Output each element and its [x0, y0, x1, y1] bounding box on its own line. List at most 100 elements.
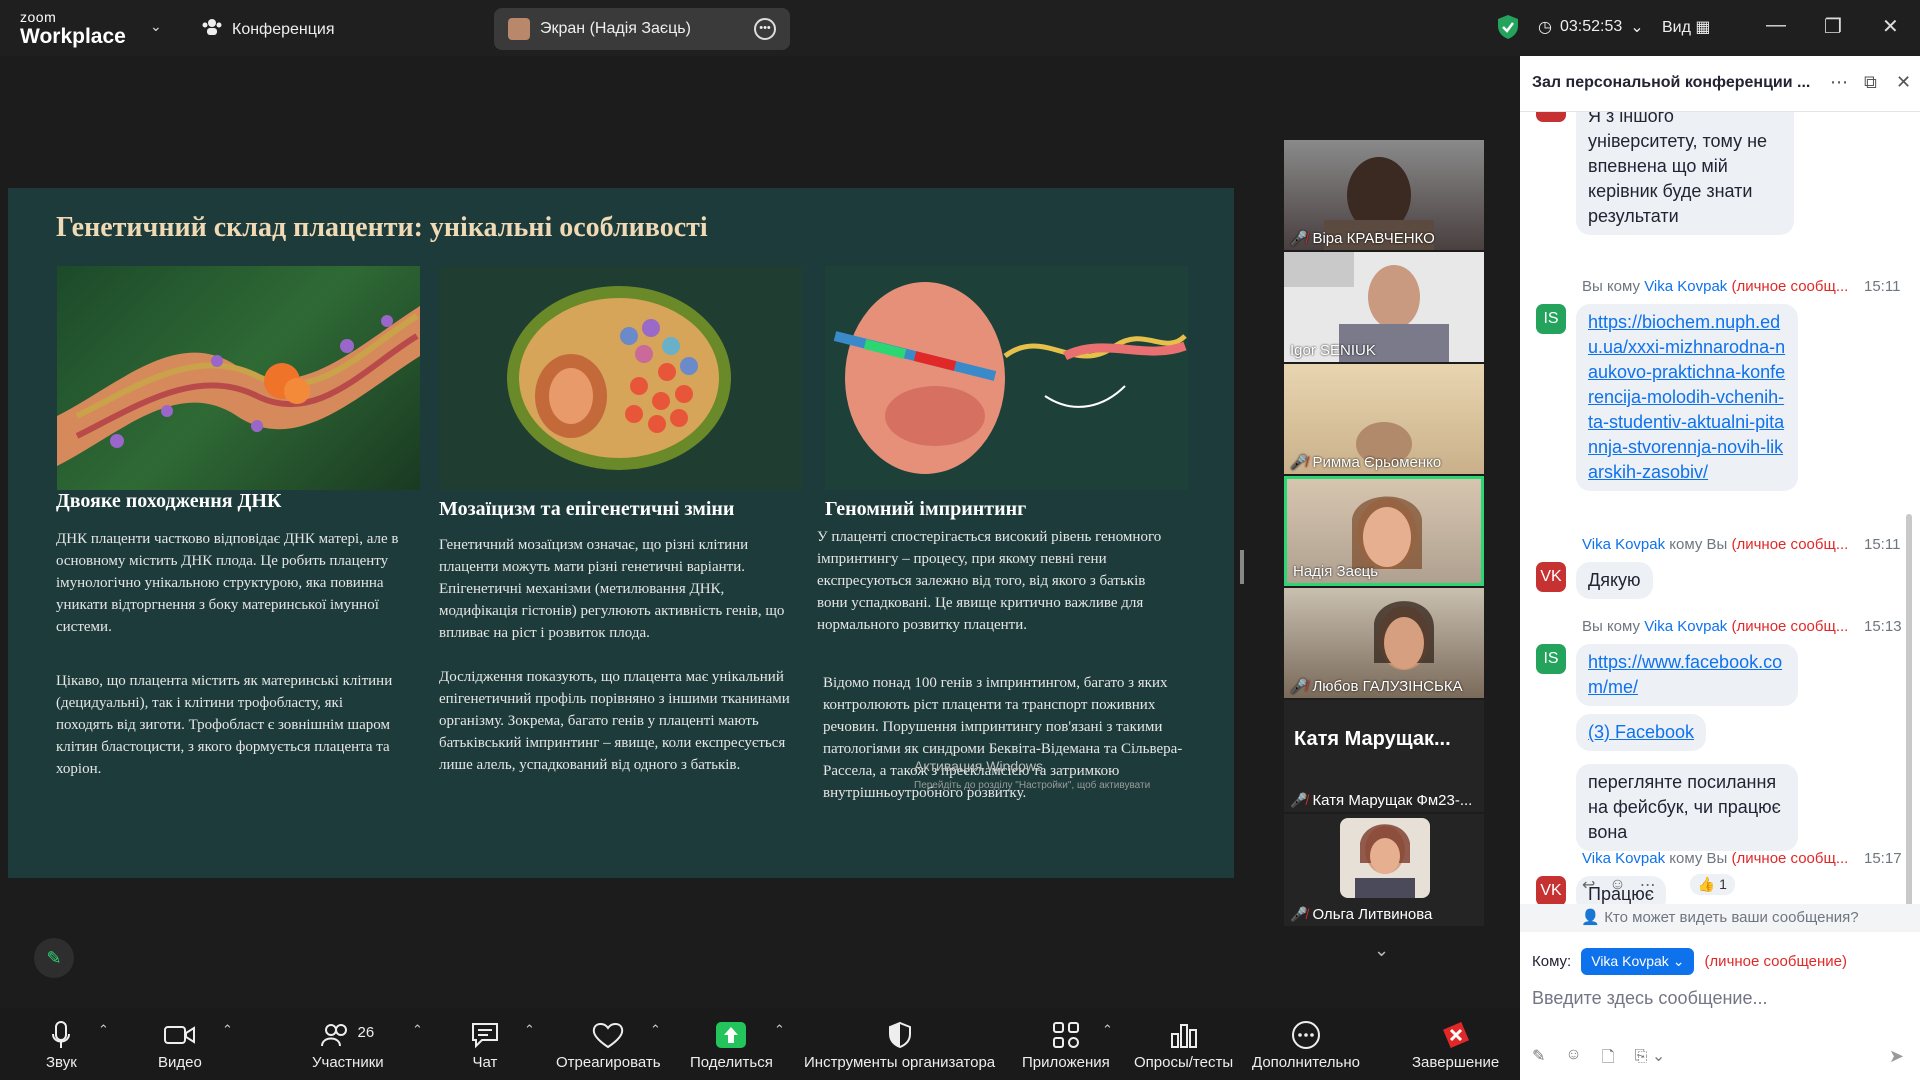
chevron-down-icon[interactable]: ⌄	[150, 18, 162, 35]
share-screen-button[interactable]: Поделиться	[690, 1016, 773, 1071]
participants-button[interactable]: 26 Участники	[312, 1016, 384, 1071]
who-can-see-link[interactable]: 👤 Кто может видеть ваши сообщения?	[1520, 904, 1920, 932]
emoji-icon[interactable]: ☺	[1565, 1046, 1581, 1073]
host-tools-button[interactable]: Инструменты организатора	[804, 1016, 995, 1071]
dna-image	[57, 266, 420, 490]
minimize-icon[interactable]: —	[1766, 14, 1786, 37]
apps-icon	[1022, 1016, 1110, 1050]
react-button[interactable]: Отреагировать	[556, 1016, 661, 1071]
microphone-icon	[46, 1016, 77, 1050]
chat-message-link[interactable]: (3) Facebook	[1576, 714, 1707, 751]
avatar: VK	[1536, 876, 1566, 906]
chevron-down-icon: ⌄	[1630, 19, 1644, 36]
chat-panel: Зал персональной конференции ... ⋯ ⧉ ✕ V…	[1520, 56, 1920, 1080]
meeting-toolbar: Звук ⌃ Видео ⌃ 26 Участники ⌃ Чат ⌃ Отре…	[0, 1008, 1520, 1080]
polls-button[interactable]: Опросы/тесты	[1134, 1016, 1233, 1071]
file-icon[interactable]: 🗋	[1602, 1046, 1615, 1073]
video-options-caret-icon[interactable]: ⌃	[222, 1022, 233, 1038]
column2-para2: Дослідження показують, що плацента має у…	[439, 669, 790, 773]
more-options-icon[interactable]: •••	[754, 18, 776, 40]
participant-tile-active-speaker[interactable]: Надія Заєць	[1284, 476, 1484, 586]
maximize-icon[interactable]: ❐	[1824, 14, 1842, 39]
person-icon: 👤	[1581, 909, 1601, 926]
column1-para1: ДНК плаценти частково відповідає ДНК мат…	[56, 531, 399, 635]
participant-tile[interactable]: Igor SENIUK	[1284, 252, 1484, 362]
message-meta: Vika Kovpak кому Вы (личное сообщ... 15:…	[1582, 850, 1902, 867]
video-camera-icon	[158, 1016, 202, 1050]
end-meeting-button[interactable]: Завершение	[1412, 1016, 1499, 1071]
participant-tile-no-video[interactable]: Катя Марущак... 🎤̸ Катя Марущак Фм23-...	[1284, 700, 1484, 812]
share-arrow-icon	[690, 1016, 773, 1050]
screenshot-icon[interactable]: ⎘ ⌄	[1635, 1046, 1666, 1073]
share-options-caret-icon[interactable]: ⌃	[774, 1022, 785, 1038]
annotate-pencil-icon[interactable]: ✎	[34, 938, 74, 978]
message-meta: Vika Kovpak кому Вы (личное сообщ... 15:…	[1582, 536, 1901, 553]
column2-heading: Мозаїцизм та епігенетичні зміни	[439, 498, 735, 520]
chat-options-caret-icon[interactable]: ⌃	[524, 1022, 535, 1038]
conference-menu[interactable]: Конференция	[202, 18, 335, 41]
column1-heading: Двояке походження ДНК	[56, 490, 282, 512]
participants-icon: 26	[312, 1016, 384, 1050]
avatar: IS	[1536, 304, 1566, 334]
mic-muted-icon: 🎤̸	[1290, 906, 1308, 922]
bar-chart-icon	[1134, 1016, 1233, 1050]
format-text-icon[interactable]: ✎	[1532, 1046, 1545, 1073]
zoom-meeting-window: zoom Workplace ⌄ Конференция Экран (Наді…	[0, 0, 1920, 1080]
reply-icon[interactable]: ↩	[1582, 875, 1595, 895]
message-meta: Вы кому Vika Kovpak (личное сообщ... 15:…	[1582, 278, 1901, 295]
panel-resize-handle[interactable]	[1240, 550, 1244, 584]
send-icon[interactable]: ➤	[1889, 1046, 1904, 1067]
chat-input-tools: ✎ ☺ 🗋 ⎘ ⌄	[1532, 1046, 1665, 1073]
chat-input[interactable]: Введите здесь сообщение...	[1532, 988, 1768, 1009]
screen-share-pill[interactable]: Экран (Надія Заєць) •••	[494, 8, 790, 50]
react-options-caret-icon[interactable]: ⌃	[650, 1022, 661, 1038]
more-options-icon[interactable]: ⋯	[1830, 72, 1848, 93]
recipient-selector[interactable]: Vika Kovpak ⌄	[1581, 948, 1695, 975]
shield-icon	[804, 1016, 995, 1050]
clock-icon: ◷	[1538, 19, 1552, 36]
avatar: VK	[1536, 112, 1566, 122]
mic-muted-icon: 🎤̸	[1290, 678, 1308, 694]
heart-icon	[556, 1016, 661, 1050]
close-icon[interactable]: ✕	[1896, 72, 1911, 93]
apps-button[interactable]: Приложения	[1022, 1016, 1110, 1071]
meeting-timer[interactable]: ◷ 03:52:53 ⌄	[1538, 17, 1644, 37]
participant-tile-photo[interactable]: 🎤̸ Ольга Литвинова	[1284, 814, 1484, 926]
chat-header: Зал персональной конференции ... ⋯ ⧉ ✕	[1520, 56, 1920, 112]
cell-mosaic-image	[439, 266, 802, 490]
top-bar: zoom Workplace ⌄ Конференция Экран (Наді…	[0, 0, 1920, 56]
conference-label: Конференция	[232, 20, 335, 38]
scroll-down-chevron-icon[interactable]: ⌄	[1374, 940, 1389, 961]
recipient-row: Кому: Vika Kovpak ⌄ (личное сообщение)	[1532, 948, 1847, 975]
participant-tile[interactable]: 🎤̸ Римма Єрьоменко	[1284, 364, 1484, 474]
close-icon[interactable]: ✕	[1882, 14, 1899, 39]
view-menu[interactable]: Вид ▦	[1662, 17, 1711, 37]
chat-button[interactable]: Чат	[470, 1016, 500, 1071]
chat-bubble-icon	[470, 1016, 500, 1050]
participant-tile[interactable]: 🎤̸ Любов ГАЛУЗІНСЬКА	[1284, 588, 1484, 698]
chat-message-link[interactable]: https://www.facebook.com/me/	[1576, 644, 1798, 706]
audio-button[interactable]: Звук	[46, 1016, 77, 1071]
profile-photo	[1340, 818, 1430, 898]
slide-title: Генетичний склад плаценти: унікальні осо…	[56, 212, 708, 243]
video-button[interactable]: Видео	[158, 1016, 202, 1071]
end-x-icon	[1412, 1016, 1499, 1050]
thumbs-up-reaction[interactable]: 👍 1	[1689, 874, 1735, 895]
participant-tile[interactable]: 🎤̸ Віра КРАВЧЕНКО	[1284, 140, 1484, 250]
avatar: VK	[1536, 562, 1566, 592]
message-actions: ↩ ☺ ⋯ 👍 1	[1582, 874, 1735, 895]
chat-title: Зал персональной конференции ...	[1532, 74, 1811, 91]
security-shield-icon[interactable]	[1497, 14, 1519, 40]
chat-message: Я з іншого університету, тому не впевнен…	[1576, 112, 1794, 235]
apps-options-caret-icon[interactable]: ⌃	[1102, 1022, 1113, 1038]
more-button[interactable]: Дополнительно	[1252, 1016, 1360, 1071]
participants-options-caret-icon[interactable]: ⌃	[412, 1022, 423, 1038]
windows-activation-hint: Перейдіть до розділу "Настройки", щоб ак…	[914, 780, 1151, 791]
chat-scrollbar[interactable]	[1906, 514, 1912, 924]
add-reaction-icon[interactable]: ☺	[1609, 876, 1625, 894]
screen-share-label: Экран (Надія Заєць)	[540, 20, 691, 37]
pop-out-icon[interactable]: ⧉	[1864, 72, 1877, 93]
chat-message-link[interactable]: https://biochem.nuph.edu.ua/xxxi-mizhnar…	[1576, 304, 1798, 491]
more-options-icon[interactable]: ⋯	[1640, 875, 1656, 895]
audio-options-caret-icon[interactable]: ⌃	[98, 1022, 109, 1038]
